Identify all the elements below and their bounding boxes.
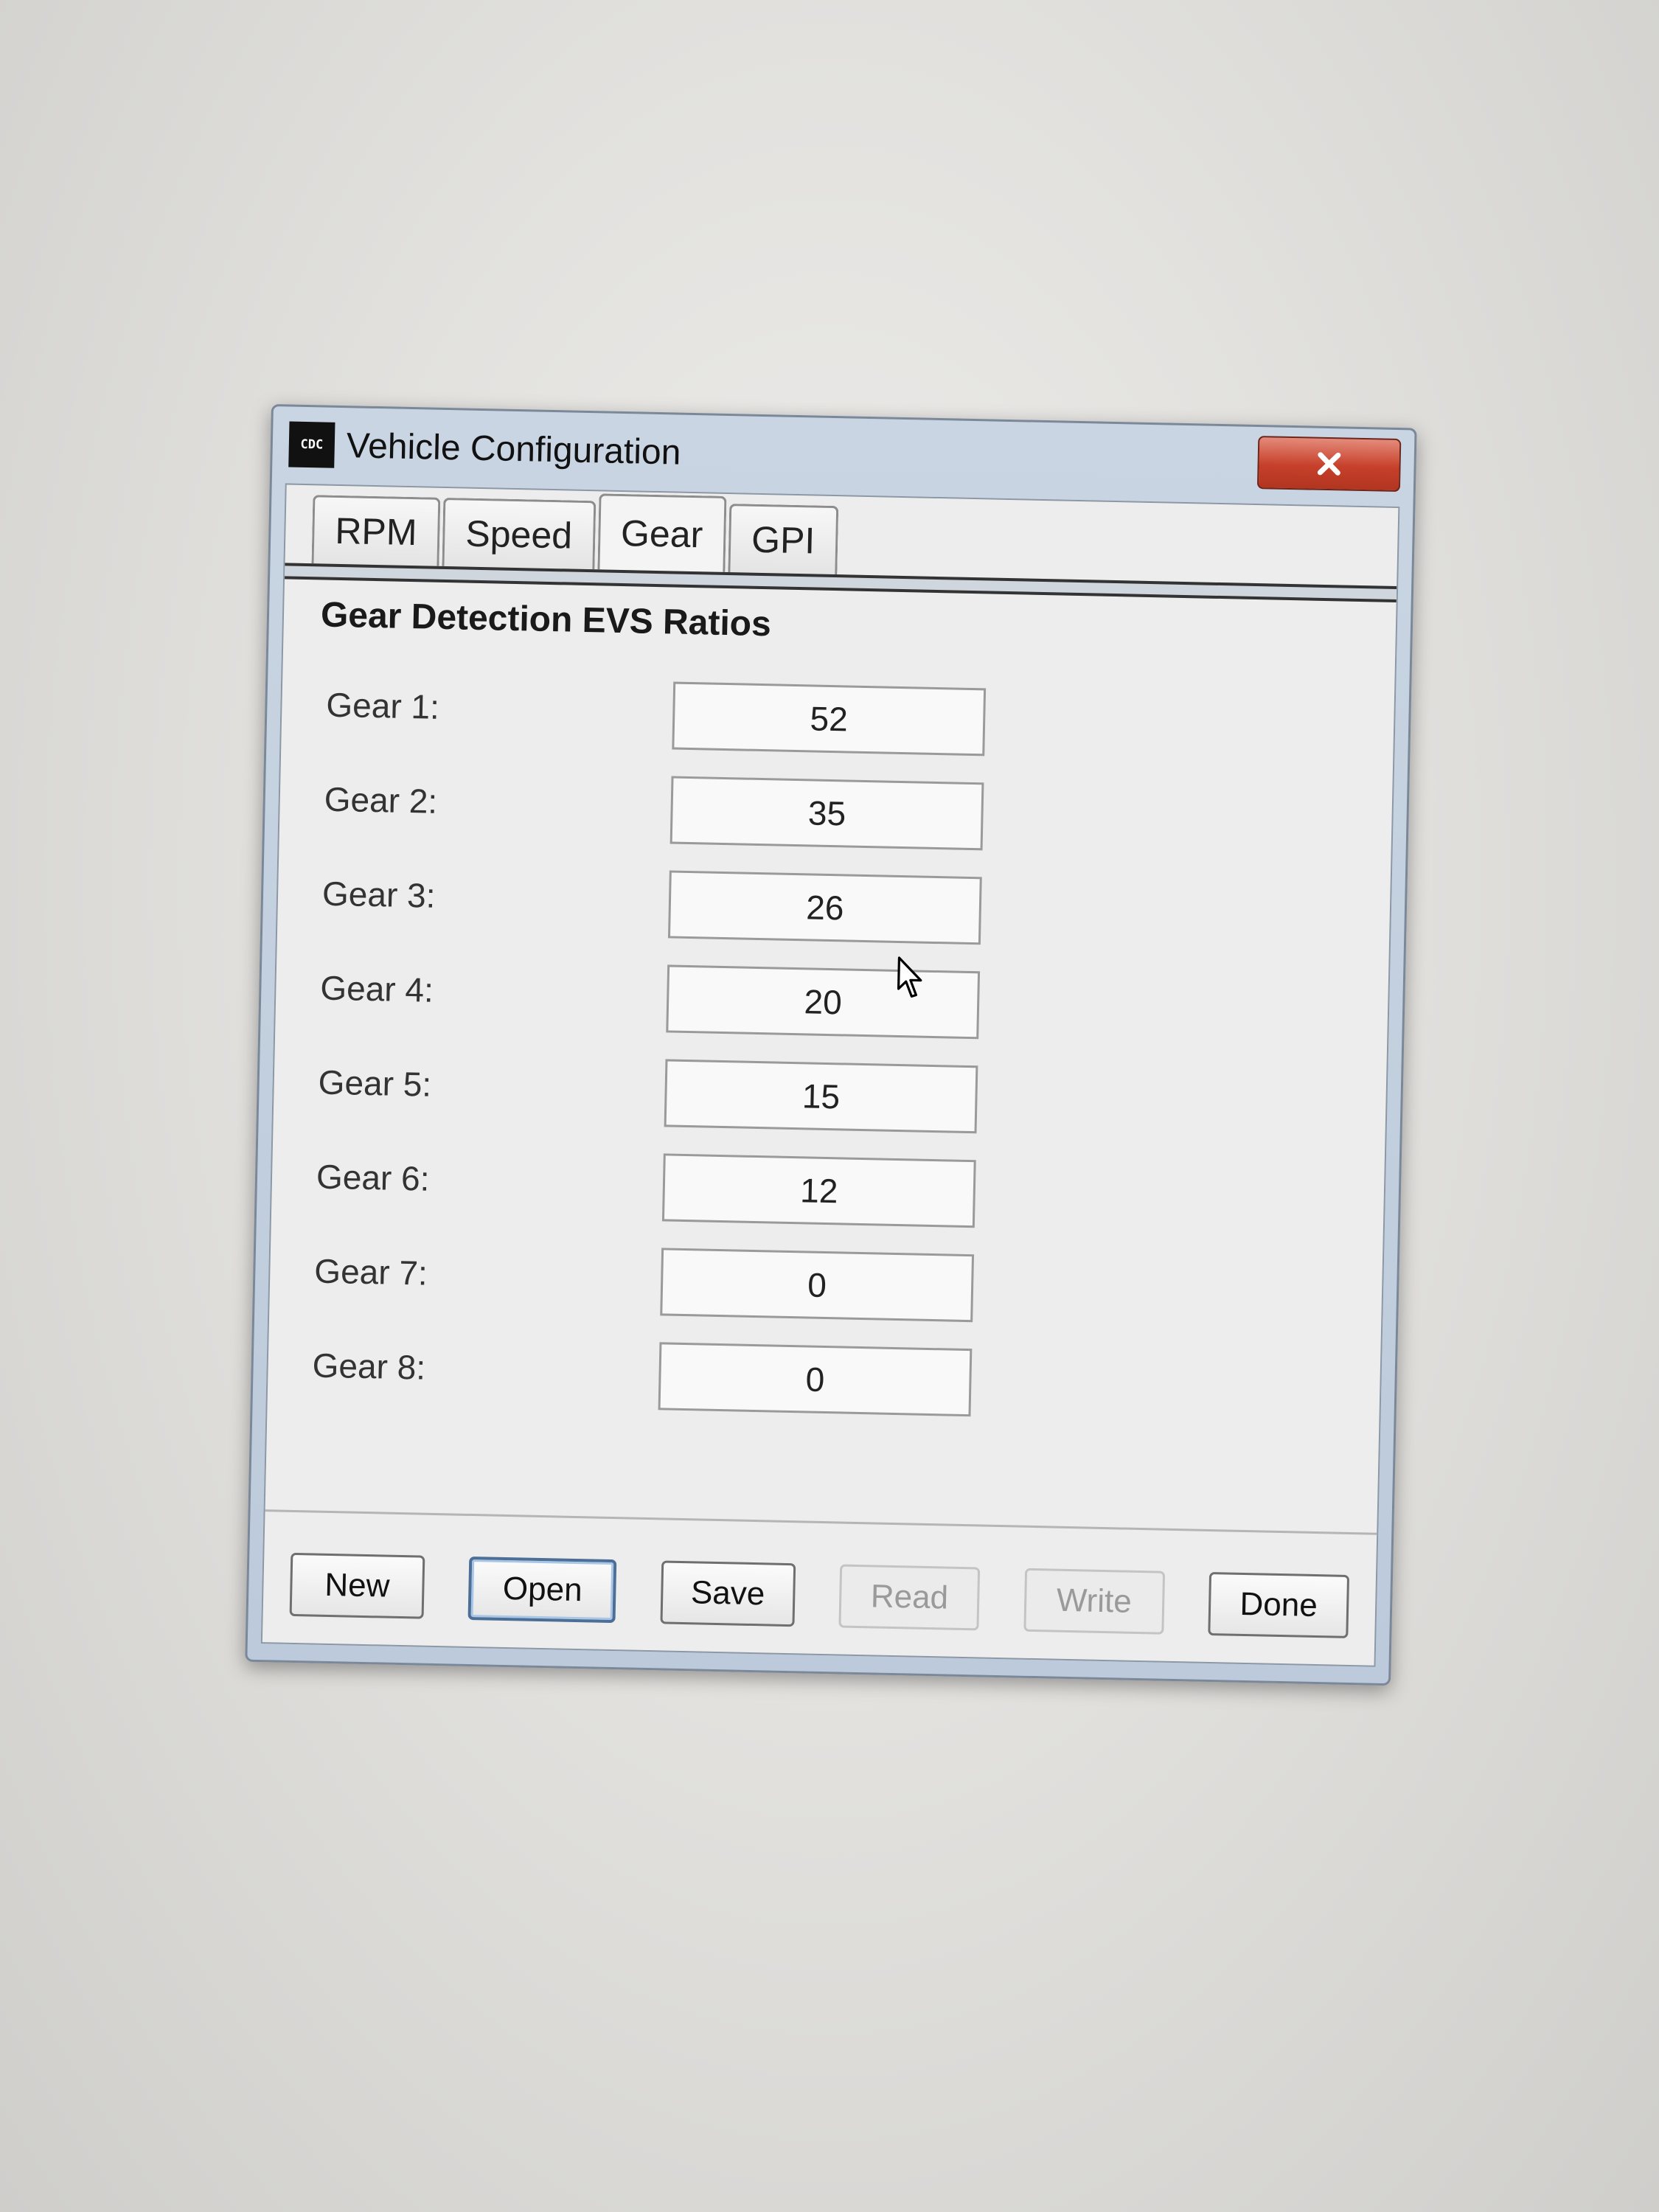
gear-row: Gear 8:: [311, 1335, 976, 1443]
window-title: Vehicle Configuration: [346, 426, 681, 473]
read-button: Read: [838, 1564, 981, 1631]
close-icon: [1317, 452, 1341, 476]
gear-5-label: Gear 5:: [318, 1062, 432, 1104]
gear-row: Gear 3:: [321, 863, 986, 972]
app-logo-icon: CDC: [288, 421, 335, 468]
save-button[interactable]: Save: [660, 1560, 796, 1627]
dialog-content: RPM Speed Gear GPI Gear Detection EVS Ra…: [260, 483, 1400, 1667]
gear-2-input[interactable]: [669, 776, 984, 851]
tab-divider: [285, 563, 1397, 603]
gear-4-input[interactable]: [666, 964, 981, 1040]
tab-gear[interactable]: Gear: [597, 493, 727, 572]
gear-row: Gear 7:: [313, 1240, 978, 1349]
write-button: Write: [1023, 1568, 1165, 1635]
tab-strip: RPM Speed Gear GPI: [311, 485, 841, 575]
gear-1-input[interactable]: [672, 681, 987, 757]
mouse-pointer-icon: [897, 956, 922, 998]
button-divider: [265, 1509, 1377, 1535]
gear-row: Gear 5:: [317, 1052, 982, 1161]
gear-2-label: Gear 2:: [324, 779, 438, 821]
open-button[interactable]: Open: [467, 1556, 617, 1624]
close-button[interactable]: [1256, 436, 1402, 493]
gear-6-input[interactable]: [661, 1153, 976, 1228]
tab-gpi[interactable]: GPI: [728, 504, 839, 575]
gear-7-input[interactable]: [660, 1248, 975, 1323]
gear-row: Gear 4:: [319, 958, 984, 1066]
gear-ratio-list: Gear 1: Gear 2: Gear 3: Gear 4: Gear 5: …: [311, 675, 990, 1444]
gear-5-input[interactable]: [664, 1059, 978, 1134]
done-button[interactable]: Done: [1208, 1571, 1350, 1638]
gear-3-input[interactable]: [667, 870, 982, 945]
gear-1-label: Gear 1:: [325, 685, 440, 726]
gear-7-label: Gear 7:: [313, 1251, 428, 1293]
gear-3-label: Gear 3:: [321, 874, 437, 915]
gear-6-label: Gear 6:: [316, 1157, 431, 1198]
gear-row: Gear 1:: [325, 675, 990, 783]
gear-8-input[interactable]: [658, 1342, 973, 1417]
gear-row: Gear 6:: [315, 1147, 980, 1255]
tab-rpm[interactable]: RPM: [311, 495, 441, 566]
section-title: Gear Detection EVS Ratios: [320, 595, 772, 644]
new-button[interactable]: New: [289, 1552, 425, 1619]
gear-8-label: Gear 8:: [312, 1346, 426, 1387]
gear-row: Gear 2:: [323, 769, 988, 877]
button-bar: New Open Save Read Write Done: [289, 1552, 1350, 1638]
gear-4-label: Gear 4:: [319, 968, 434, 1009]
tab-speed[interactable]: Speed: [442, 497, 597, 570]
vehicle-configuration-window: CDC Vehicle Configuration RPM Speed Gear…: [245, 404, 1417, 1686]
